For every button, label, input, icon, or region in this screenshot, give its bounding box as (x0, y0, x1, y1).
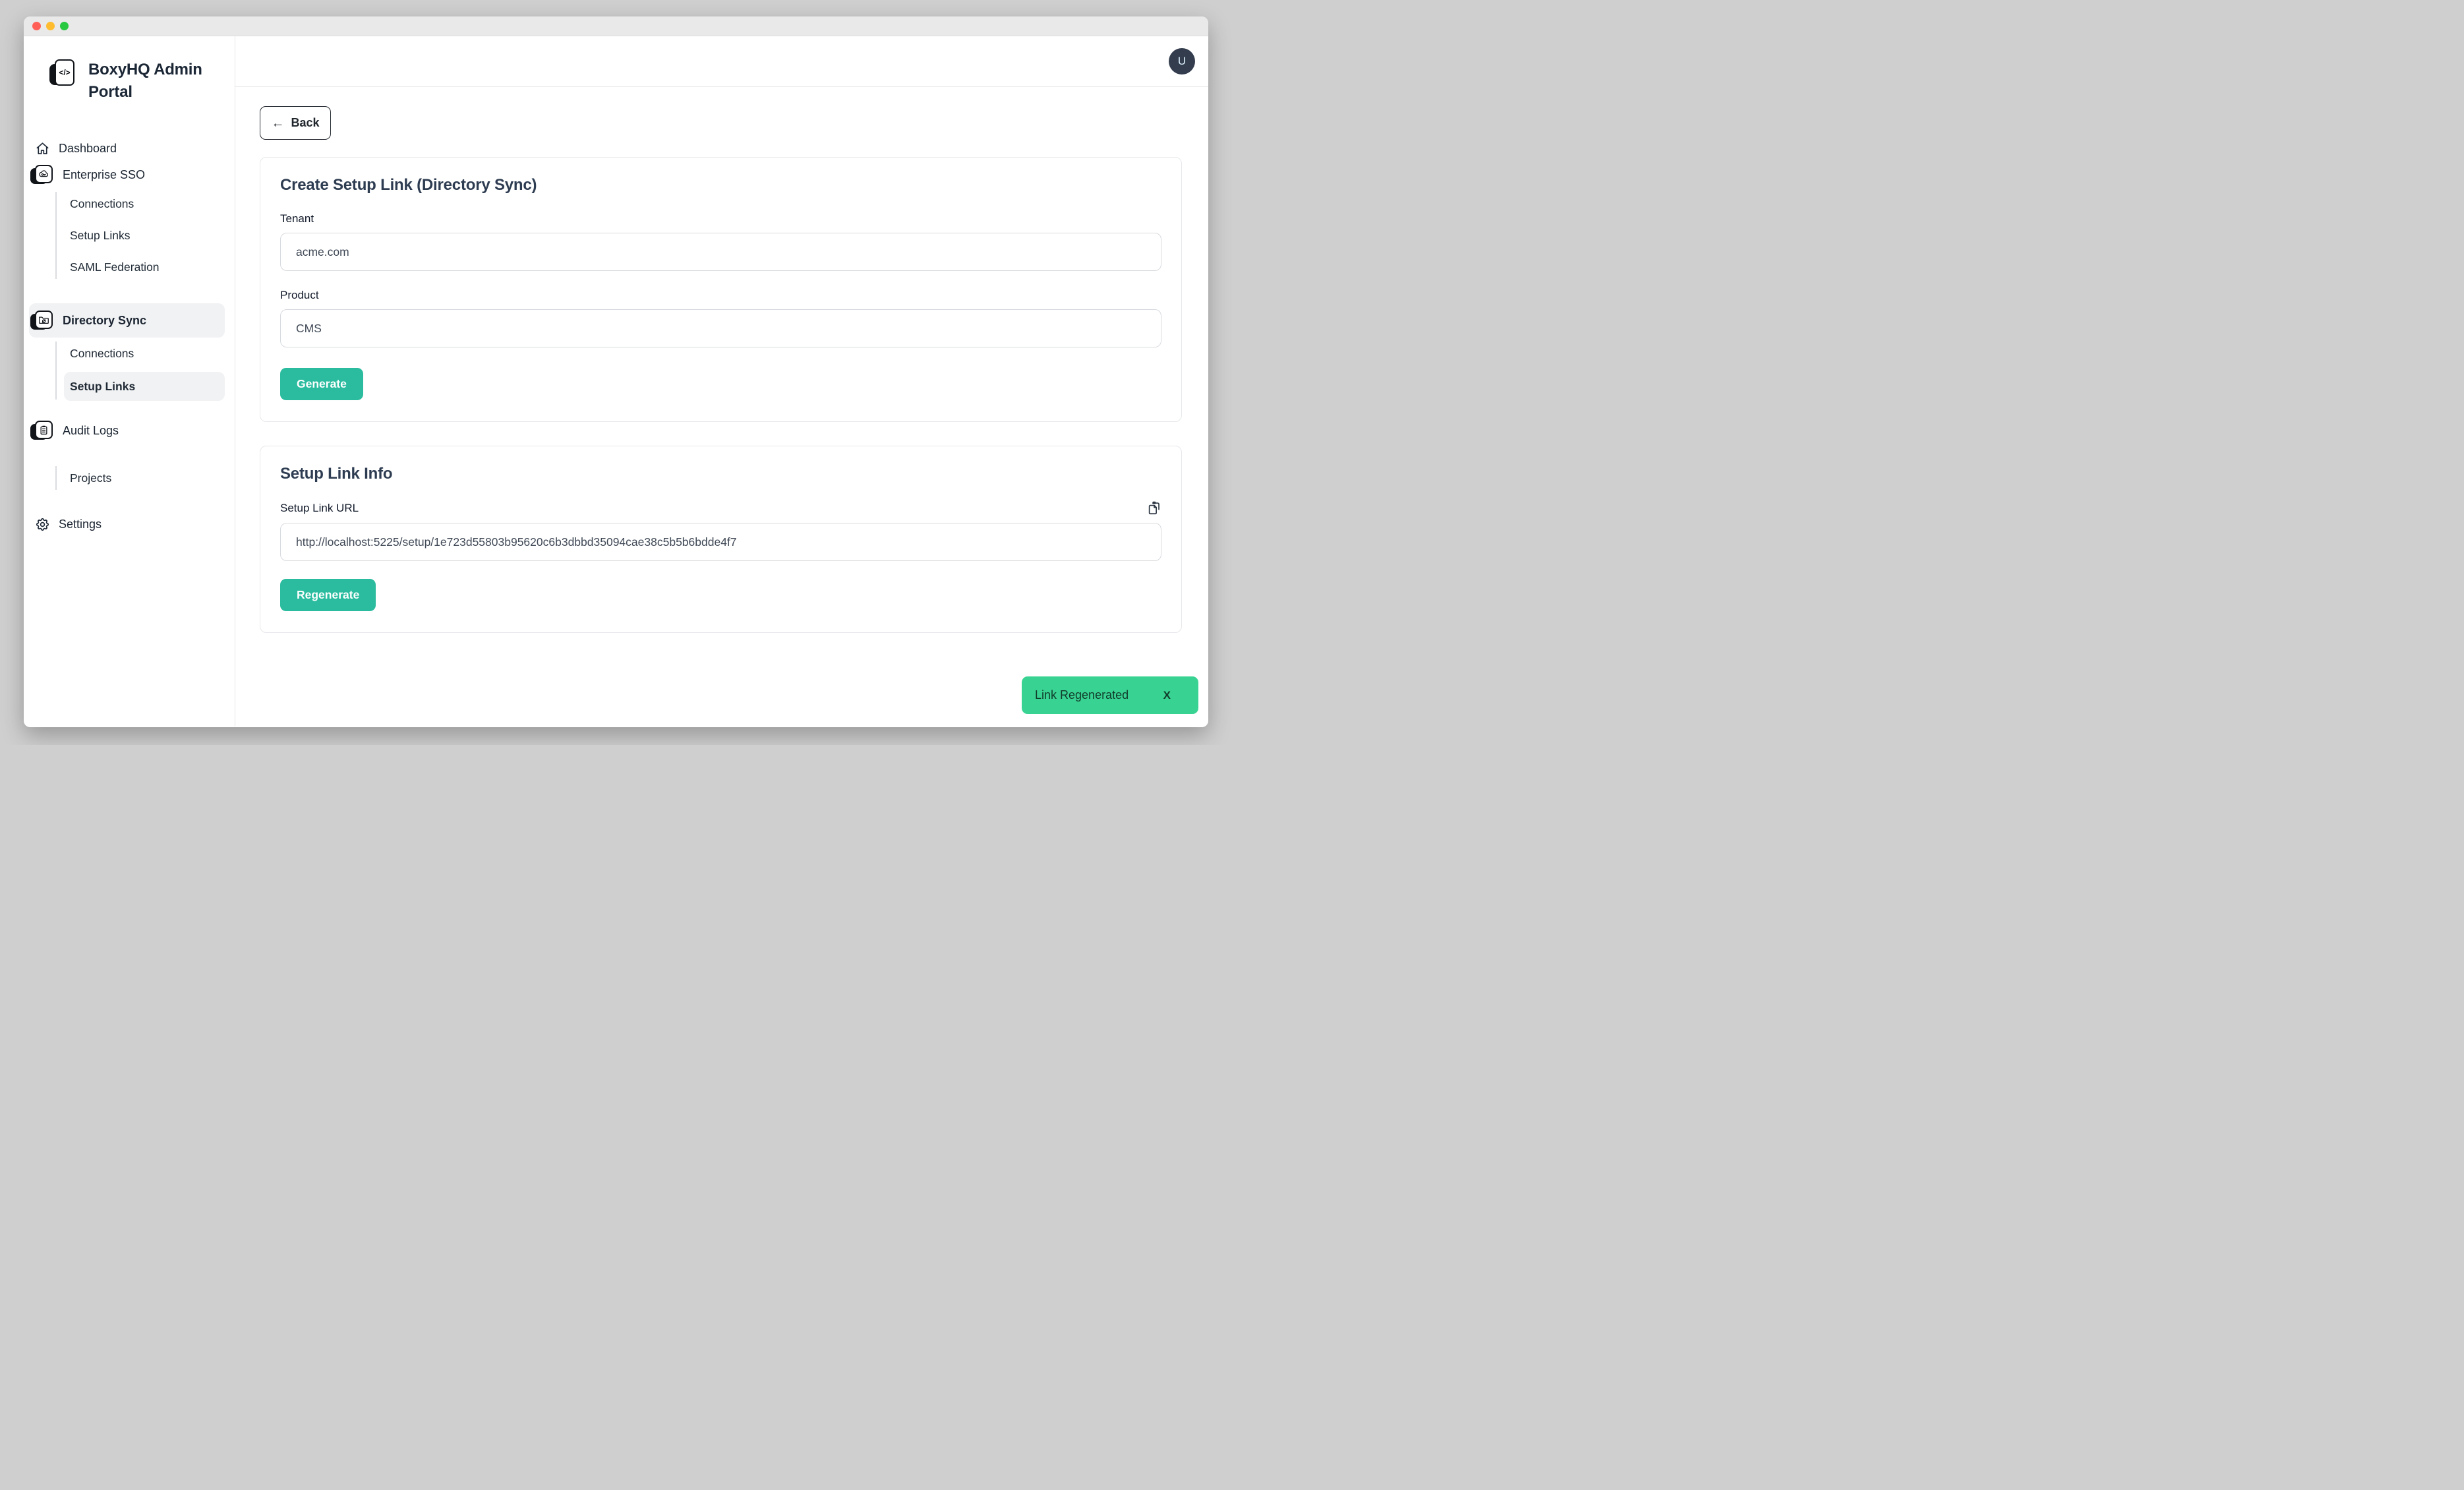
window-titlebar (24, 16, 1208, 36)
boxyhq-logo-icon: </> (54, 58, 76, 88)
back-arrow-icon: ← (271, 117, 284, 130)
sidebar-item-settings[interactable]: Settings (29, 511, 225, 537)
copy-icon (1148, 508, 1161, 518)
sidebar-item-projects[interactable]: Projects (64, 465, 225, 491)
audit-logs-subnav: Projects (24, 465, 235, 491)
copy-button[interactable] (1148, 500, 1161, 516)
sidebar-subitem-label: SAML Federation (70, 260, 160, 274)
sidebar-item-label: Audit Logs (63, 424, 119, 438)
sidebar-item-sso-connections[interactable]: Connections (64, 191, 225, 217)
create-setup-link-card: Create Setup Link (Directory Sync) Tenan… (260, 157, 1182, 422)
toast-message: Link Regenerated (1035, 688, 1129, 702)
brand-title: BoxyHQ Admin Portal (88, 58, 223, 104)
directory-sync-icon (34, 309, 54, 332)
sidebar-subitem-label: Projects (70, 471, 111, 485)
back-button[interactable]: ← Back (260, 106, 331, 140)
product-input[interactable] (280, 309, 1161, 347)
home-icon (34, 140, 50, 156)
create-card-title: Create Setup Link (Directory Sync) (280, 176, 1161, 194)
close-window-button[interactable] (32, 22, 41, 30)
sidebar-item-dsync-connections[interactable]: Connections (64, 340, 225, 367)
back-button-label: Back (291, 116, 319, 130)
generate-button[interactable]: Generate (280, 368, 363, 400)
setup-link-info-card: Setup Link Info Setup Link URL (260, 446, 1182, 633)
sidebar-item-enterprise-sso[interactable]: Enterprise SSO (29, 162, 225, 188)
tenant-label: Tenant (280, 212, 1161, 225)
maximize-window-button[interactable] (60, 22, 69, 30)
avatar-initial: U (1178, 55, 1186, 68)
audit-logs-icon (34, 419, 54, 442)
sidebar: </> BoxyHQ Admin Portal Dashboard (24, 36, 235, 727)
user-avatar[interactable]: U (1169, 48, 1195, 74)
sidebar-item-label: Enterprise SSO (63, 168, 145, 182)
sidebar-item-audit-logs[interactable]: Audit Logs (29, 417, 225, 444)
sidebar-subitem-label: Setup Links (70, 380, 135, 394)
minimize-window-button[interactable] (46, 22, 55, 30)
main-area: U ← Back Create Setup Link (Directory Sy… (235, 36, 1208, 727)
sidebar-item-dashboard[interactable]: Dashboard (29, 135, 225, 162)
sidebar-subitem-label: Connections (70, 347, 134, 361)
enterprise-sso-subnav: Connections Setup Links SAML Federation (24, 191, 235, 280)
setup-link-url-label: Setup Link URL (280, 502, 359, 515)
sidebar-subitem-label: Setup Links (70, 229, 130, 243)
main-header: U (235, 36, 1208, 87)
toast-close-button[interactable]: X (1163, 689, 1171, 702)
tenant-input[interactable] (280, 233, 1161, 271)
toast-notification: Link Regenerated X (1022, 676, 1198, 714)
sidebar-item-saml-federation[interactable]: SAML Federation (64, 254, 225, 280)
sidebar-item-directory-sync[interactable]: Directory Sync (29, 303, 225, 338)
desktop-background: </> BoxyHQ Admin Portal Dashboard (0, 0, 1232, 745)
brand[interactable]: </> BoxyHQ Admin Portal (24, 58, 235, 104)
product-label: Product (280, 289, 1161, 302)
sidebar-item-label: Settings (59, 518, 102, 531)
regenerate-button[interactable]: Regenerate (280, 579, 376, 611)
sidebar-subitem-label: Connections (70, 197, 134, 211)
sidebar-nav: Dashboard (24, 135, 235, 537)
directory-sync-subnav: Connections Setup Links (24, 340, 235, 401)
app-window: </> BoxyHQ Admin Portal Dashboard (24, 16, 1208, 727)
info-card-title: Setup Link Info (280, 465, 1161, 483)
sidebar-item-label: Dashboard (59, 142, 117, 156)
main-content: ← Back Create Setup Link (Directory Sync… (235, 87, 1208, 633)
setup-link-url-input[interactable] (280, 523, 1161, 561)
sidebar-item-dsync-setup-links[interactable]: Setup Links (64, 372, 225, 401)
gear-icon (34, 516, 50, 532)
enterprise-sso-icon (34, 164, 54, 186)
sidebar-item-sso-setup-links[interactable]: Setup Links (64, 222, 225, 249)
sidebar-item-label: Directory Sync (63, 314, 146, 328)
